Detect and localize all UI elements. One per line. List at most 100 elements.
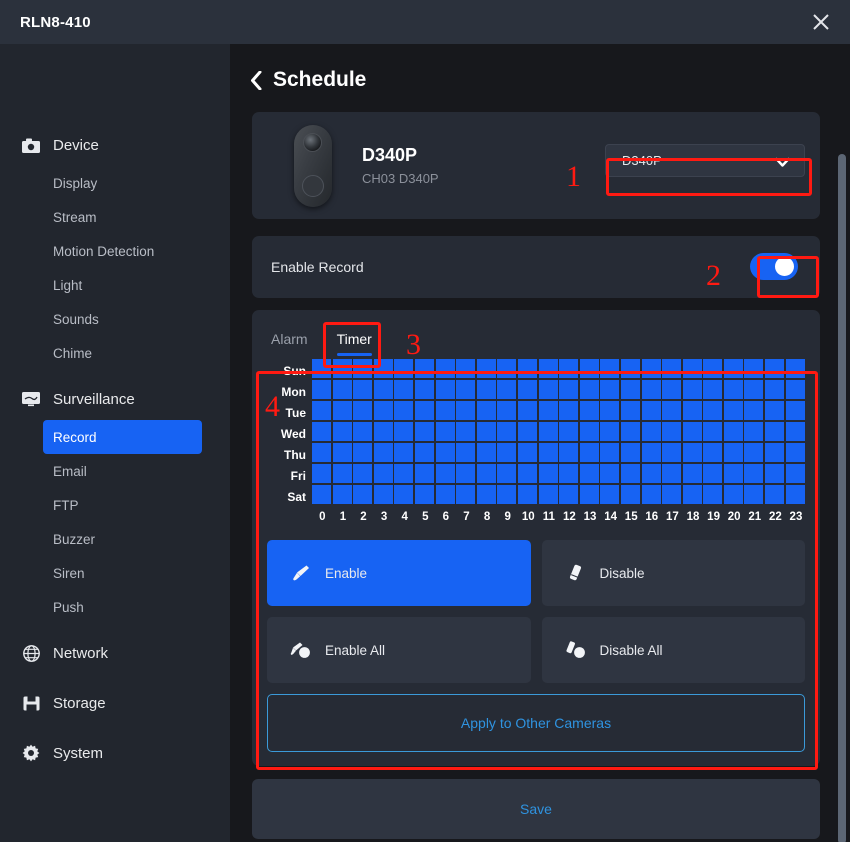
enable-all-button[interactable]: Enable All (267, 617, 531, 683)
schedule-cell[interactable] (435, 401, 455, 420)
schedule-cell[interactable] (517, 422, 537, 441)
schedule-cell[interactable] (435, 464, 455, 483)
schedule-cell[interactable] (332, 401, 352, 420)
sidebar-item-light[interactable]: Light (43, 268, 202, 302)
schedule-cell[interactable] (332, 359, 352, 378)
close-icon[interactable] (806, 7, 836, 37)
schedule-cell[interactable] (600, 401, 620, 420)
schedule-cell[interactable] (641, 443, 661, 462)
schedule-cell[interactable] (579, 359, 599, 378)
schedule-cell[interactable] (559, 359, 579, 378)
schedule-cell[interactable] (497, 464, 517, 483)
sidebar-group-system[interactable]: System (0, 732, 230, 774)
sidebar-group-device[interactable]: Device (0, 124, 230, 166)
schedule-cell[interactable] (703, 359, 723, 378)
schedule-cell[interactable] (476, 422, 496, 441)
disable-all-button[interactable]: Disable All (541, 617, 805, 683)
schedule-cell[interactable] (682, 422, 702, 441)
schedule-cell[interactable] (682, 359, 702, 378)
schedule-cell[interactable] (435, 359, 455, 378)
camera-select[interactable]: D340P (605, 144, 805, 177)
schedule-cell[interactable] (414, 443, 434, 462)
schedule-cell[interactable] (394, 422, 414, 441)
schedule-cell[interactable] (765, 485, 785, 504)
schedule-cell[interactable] (559, 443, 579, 462)
sidebar-item-record[interactable]: Record (43, 420, 202, 454)
tab-timer[interactable]: Timer (336, 331, 373, 356)
schedule-cell[interactable] (332, 485, 352, 504)
sidebar-group-storage[interactable]: Storage (0, 682, 230, 724)
schedule-cell[interactable] (353, 443, 373, 462)
schedule-cell[interactable] (662, 422, 682, 441)
schedule-cell[interactable] (312, 443, 331, 462)
schedule-cell[interactable] (538, 359, 558, 378)
schedule-cell[interactable] (765, 380, 785, 399)
schedule-cell[interactable] (682, 401, 702, 420)
schedule-cell[interactable] (723, 422, 743, 441)
schedule-cell[interactable] (456, 359, 476, 378)
sidebar-item-motion-detection[interactable]: Motion Detection (43, 234, 202, 268)
schedule-cell[interactable] (332, 422, 352, 441)
sidebar-item-ftp[interactable]: FTP (43, 488, 202, 522)
schedule-cell[interactable] (785, 485, 805, 504)
schedule-cell[interactable] (723, 401, 743, 420)
scrollbar-thumb[interactable] (838, 154, 846, 842)
schedule-cell[interactable] (744, 485, 764, 504)
schedule-cell[interactable] (620, 380, 640, 399)
chevron-left-icon[interactable] (250, 70, 262, 90)
sidebar-item-push[interactable]: Push (43, 590, 202, 624)
schedule-cell[interactable] (394, 380, 414, 399)
schedule-cell[interactable] (682, 485, 702, 504)
schedule-cell[interactable] (600, 380, 620, 399)
schedule-cell[interactable] (723, 464, 743, 483)
schedule-cell[interactable] (538, 380, 558, 399)
schedule-cell[interactable] (744, 401, 764, 420)
schedule-cell[interactable] (332, 443, 352, 462)
schedule-cell[interactable] (744, 443, 764, 462)
schedule-cell[interactable] (456, 485, 476, 504)
schedule-cell[interactable] (579, 422, 599, 441)
sidebar-group-surveillance[interactable]: Surveillance (0, 378, 230, 420)
schedule-cell[interactable] (662, 401, 682, 420)
schedule-cell[interactable] (373, 359, 393, 378)
schedule-cell[interactable] (517, 401, 537, 420)
schedule-cell[interactable] (662, 380, 682, 399)
schedule-cell[interactable] (476, 443, 496, 462)
schedule-cell[interactable] (394, 485, 414, 504)
sidebar-item-sounds[interactable]: Sounds (43, 302, 202, 336)
sidebar-item-email[interactable]: Email (43, 454, 202, 488)
schedule-cell[interactable] (332, 464, 352, 483)
schedule-cell[interactable] (414, 359, 434, 378)
enable-record-toggle[interactable] (750, 253, 798, 280)
schedule-cell[interactable] (497, 422, 517, 441)
schedule-cell[interactable] (559, 485, 579, 504)
sidebar-item-stream[interactable]: Stream (43, 200, 202, 234)
schedule-cell[interactable] (394, 401, 414, 420)
schedule-cell[interactable] (765, 464, 785, 483)
schedule-cell[interactable] (497, 443, 517, 462)
schedule-cell[interactable] (517, 380, 537, 399)
schedule-cell[interactable] (723, 380, 743, 399)
schedule-cell[interactable] (620, 485, 640, 504)
schedule-cell[interactable] (497, 485, 517, 504)
schedule-cell[interactable] (703, 485, 723, 504)
schedule-cell[interactable] (703, 443, 723, 462)
schedule-cell[interactable] (538, 485, 558, 504)
schedule-cell[interactable] (517, 464, 537, 483)
schedule-cell[interactable] (785, 443, 805, 462)
schedule-cell[interactable] (765, 443, 785, 462)
schedule-cell[interactable] (744, 380, 764, 399)
sidebar-group-network[interactable]: Network (0, 632, 230, 674)
schedule-cell[interactable] (497, 359, 517, 378)
schedule-cell[interactable] (703, 401, 723, 420)
schedule-cell[interactable] (312, 401, 331, 420)
schedule-cell[interactable] (600, 422, 620, 441)
schedule-cell[interactable] (394, 464, 414, 483)
sidebar-item-buzzer[interactable]: Buzzer (43, 522, 202, 556)
save-button[interactable]: Save (252, 779, 820, 839)
tab-alarm[interactable]: Alarm (271, 331, 308, 356)
schedule-cell[interactable] (620, 422, 640, 441)
disable-button[interactable]: Disable (541, 540, 805, 606)
schedule-cell[interactable] (579, 464, 599, 483)
schedule-cell[interactable] (579, 380, 599, 399)
